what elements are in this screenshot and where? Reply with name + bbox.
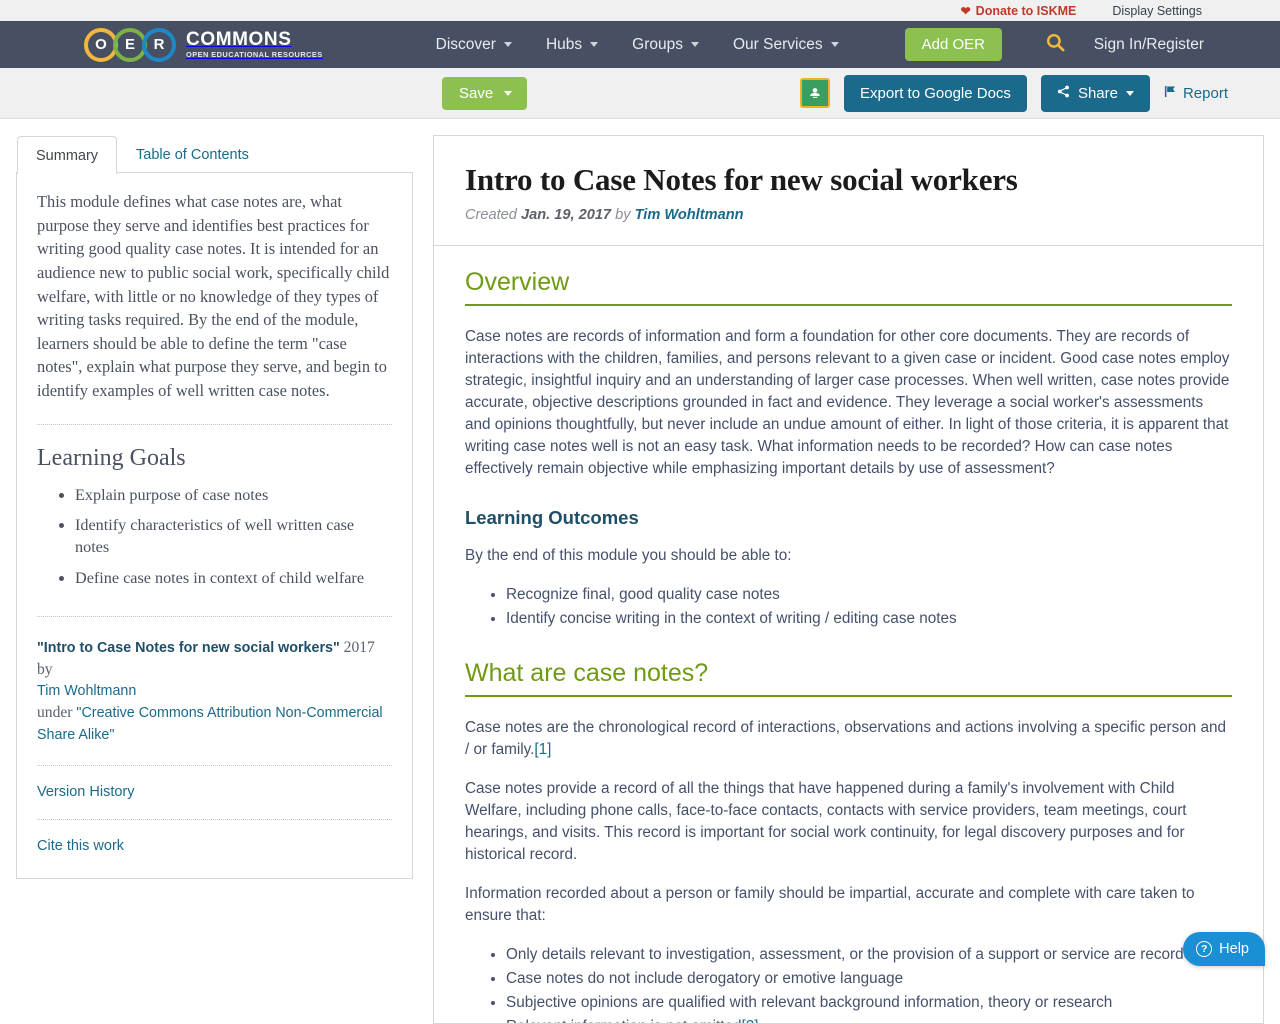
divider [37, 819, 392, 821]
summary-text: This module defines what case notes are,… [37, 192, 390, 400]
attribution-author-link[interactable]: Tim Wohltmann [37, 683, 136, 699]
chevron-down-icon [691, 42, 699, 47]
document-author-link[interactable]: Tim Wohltmann [635, 207, 744, 223]
reference-link-1[interactable]: [1] [534, 741, 551, 758]
share-nodes-icon [1057, 85, 1070, 101]
case-notes-criteria-list: Only details relevant to investigation, … [465, 944, 1232, 1023]
page-title: Intro to Case Notes for new social worke… [465, 162, 1018, 197]
tab-summary[interactable]: Summary [17, 136, 118, 174]
list-item: Relevant information is not omitted[2] [506, 1016, 1232, 1023]
section-heading-what-are-case-notes: What are case notes? [465, 659, 1232, 697]
primary-nav-items: Discover Hubs Groups Our Services Add OE… [436, 28, 1002, 61]
nav-item-discover[interactable]: Discover [436, 36, 512, 54]
donate-label: Donate to ISKME [975, 3, 1077, 18]
chevron-down-icon [504, 90, 513, 96]
list-item: Subjective opinions are qualified with r… [506, 992, 1232, 1015]
created-date: Jan. 19, 2017 [520, 207, 612, 223]
sidebar-panel: This module defines what case notes are,… [16, 172, 413, 880]
list-item: Case notes do not include derogatory or … [506, 968, 1232, 991]
sub-heading-learning-outcomes: Learning Outcomes [465, 507, 639, 529]
sidebar: Summary Table of Contents This module de… [16, 135, 413, 1024]
logo-circles-icon: O E R [84, 27, 177, 62]
search-icon[interactable] [1046, 33, 1065, 56]
nav-item-our-services[interactable]: Our Services [733, 36, 839, 54]
main-navigation-bar: O E R COMMONS OPEN EDUCATIONAL RESOURCES… [0, 21, 1280, 68]
document-header: Intro to Case Notes for new social worke… [434, 136, 1263, 246]
action-toolbar-right-group: Export to Google Docs Share Report [800, 74, 1228, 112]
document-meta: Created Jan. 19, 2017 by Tim Wohltmann [465, 207, 1232, 223]
page-container: Summary Table of Contents This module de… [0, 119, 1280, 1024]
case-notes-definition-text: Case notes are the chronological record … [465, 719, 1227, 759]
sidebar-tabs: Summary Table of Contents [16, 135, 413, 174]
list-item: Only details relevant to investigation, … [506, 944, 1232, 967]
chevron-down-icon [590, 42, 599, 47]
sign-in-register-link[interactable]: Sign In/Register [1094, 36, 1204, 54]
chevron-down-icon [830, 42, 839, 47]
nav-right-group: Sign In/Register [1046, 33, 1204, 56]
chevron-down-icon [1125, 90, 1134, 96]
divider [37, 423, 392, 425]
learning-goals-title: Learning Goals [37, 444, 186, 471]
report-label: Report [1182, 84, 1228, 102]
chevron-down-icon [503, 42, 512, 47]
nav-item-hubs-label: Hubs [545, 35, 583, 53]
google-classroom-icon[interactable] [800, 78, 831, 108]
learning-outcomes-intro: By the end of this module you should be … [465, 547, 792, 565]
list-item-text: Relevant information is not omitted [506, 1018, 742, 1023]
donate-link[interactable]: ❤ Donate to ISKME [961, 4, 1077, 18]
flag-icon [1164, 85, 1177, 101]
help-button-label: Help [1219, 941, 1249, 957]
nav-item-groups[interactable]: Groups [632, 36, 699, 54]
version-history-link[interactable]: Version History [37, 784, 392, 800]
document-action-toolbar: Save Export to Google Docs Share Report [0, 68, 1280, 119]
cite-this-work-link[interactable]: Cite this work [37, 838, 392, 854]
tab-table-of-contents[interactable]: Table of Contents [117, 135, 268, 173]
case-notes-record-paragraph: Case notes provide a record of all the t… [465, 780, 1187, 864]
nav-item-hubs[interactable]: Hubs [545, 35, 599, 54]
document-body: Overview Case notes are records of infor… [434, 246, 1263, 1023]
nav-item-our-services-label: Our Services [733, 35, 823, 53]
share-button[interactable]: Share [1040, 74, 1150, 112]
list-item: Define case notes in context of child we… [75, 568, 392, 590]
oer-commons-logo[interactable]: O E R COMMONS OPEN EDUCATIONAL RESOURCES [84, 27, 323, 62]
learning-outcomes-list: Recognize final, good quality case notes… [465, 584, 1232, 631]
section-heading-overview: Overview [465, 268, 1232, 306]
export-to-google-docs-button[interactable]: Export to Google Docs [844, 74, 1027, 112]
heart-icon: ❤ [960, 3, 971, 18]
created-label: Created [465, 207, 517, 223]
list-item: Explain purpose of case notes [75, 485, 392, 507]
utility-bar: ❤ Donate to ISKME Display Settings [0, 0, 1280, 21]
report-link[interactable]: Report [1164, 85, 1228, 102]
logo-wordmark: COMMONS OPEN EDUCATIONAL RESOURCES [186, 30, 323, 59]
reference-link-2[interactable]: [2] [742, 1018, 759, 1023]
nav-item-groups-label: Groups [632, 35, 683, 53]
by-label: by [615, 207, 631, 223]
share-button-label: Share [1077, 84, 1118, 102]
attribution-block: "Intro to Case Notes for new social work… [37, 637, 392, 745]
divider [37, 616, 392, 618]
attribution-license-link[interactable]: "Creative Commons Attribution Non-Commer… [37, 705, 383, 743]
attribution-under-label: under [37, 704, 77, 722]
list-item: Identify concise writing in the context … [506, 608, 1232, 631]
help-button[interactable]: ? Help [1183, 932, 1265, 966]
learning-goals-list: Explain purpose of case notes Identify c… [37, 485, 392, 590]
save-button[interactable]: Save [442, 76, 528, 110]
save-button-label: Save [459, 84, 494, 102]
logo-letter-r: R [142, 27, 176, 62]
question-circle-icon: ? [1196, 941, 1213, 957]
overview-paragraph: Case notes are records of information an… [465, 328, 1230, 478]
divider [37, 765, 392, 767]
nav-item-discover-label: Discover [435, 35, 496, 53]
list-item: Identify characteristics of well written… [75, 515, 392, 559]
display-settings-link[interactable]: Display Settings [1112, 4, 1202, 18]
logo-tagline-text: OPEN EDUCATIONAL RESOURCES [186, 49, 323, 59]
case-notes-impartial-paragraph: Information recorded about a person or f… [465, 885, 1195, 925]
logo-commons-text: COMMONS [186, 29, 292, 51]
list-item: Recognize final, good quality case notes [506, 584, 1232, 607]
document-content-card: Intro to Case Notes for new social worke… [433, 135, 1264, 1024]
attribution-work-title: "Intro to Case Notes for new social work… [37, 640, 340, 657]
add-oer-button[interactable]: Add OER [904, 28, 1002, 61]
case-notes-definition-paragraph: Case notes are the chronological record … [465, 717, 1232, 761]
